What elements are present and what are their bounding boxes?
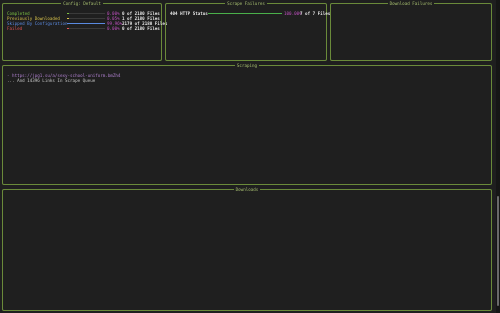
scrape-failure-count: 7 of 7 Files [300, 11, 331, 16]
scrape-failure-percent: 100.00% [284, 11, 302, 16]
config-stat-count: 0 of 2180 Files [122, 26, 160, 31]
scraping-panel-title: Scraping [234, 63, 260, 68]
config-stat-progress-bar [67, 18, 105, 19]
download-failures-panel: Download Failures [330, 1, 492, 61]
scrape-failures-panel-title: Scrape Failures [225, 1, 267, 6]
scrape-failure-progress-bar [208, 13, 282, 14]
scrape-failures-panel: Scrape Failures 404 HTTP Status 100.00% … [165, 1, 331, 61]
config-stat-progress-fill [67, 23, 105, 24]
config-panel-title: Config: Default [61, 1, 103, 6]
scrape-failure-progress-fill [208, 13, 282, 14]
scrape-queue-status: ... And 14396 Links In Scrape Queue [7, 78, 96, 83]
config-stat-progress-bar [67, 28, 105, 29]
config-stat-progress-tick [67, 28, 69, 29]
config-stat-percent: 0.00% [107, 26, 120, 31]
config-stat-progress-tick [67, 18, 69, 19]
config-stat-progress-bar [67, 13, 105, 14]
scrollbar-thumb[interactable] [497, 196, 499, 306]
config-stat-progress-tick [67, 13, 69, 14]
config-stat-label: Failed [7, 26, 23, 31]
downloads-panel: Downloads [2, 187, 492, 311]
config-stat-progress-bar [67, 23, 105, 24]
vertical-scrollbar[interactable] [496, 0, 500, 313]
scraping-panel: Scraping - https://jpg1.su/a/sexy-school… [2, 63, 492, 185]
download-failures-panel-title: Download Failures [387, 1, 435, 6]
scrape-failure-label: 404 HTTP Status [170, 11, 208, 16]
downloads-panel-title: Downloads [233, 187, 261, 192]
config-panel: Config: Default Completed 0.00% 0 of 2180 … [2, 1, 167, 61]
